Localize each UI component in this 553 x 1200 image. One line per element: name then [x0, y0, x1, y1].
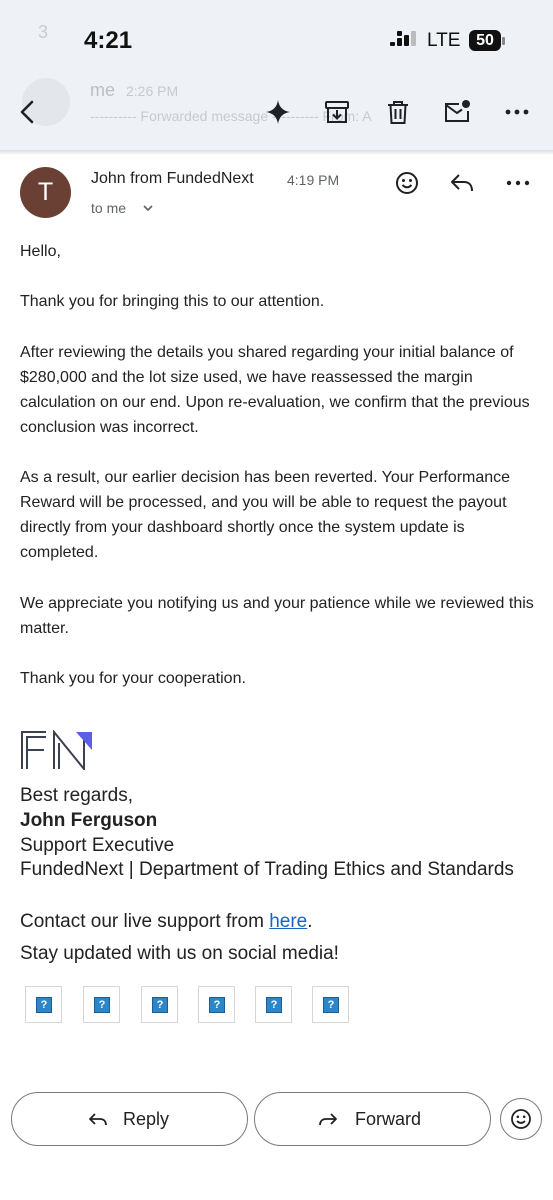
- body-paragraph: Hello,: [20, 243, 61, 260]
- social-image-placeholder[interactable]: ?: [141, 986, 178, 1023]
- top-app-bar: 3 4:21 LTE 50 me 2:26 PM ---------- Forw…: [0, 0, 553, 150]
- archive-icon[interactable]: [323, 98, 351, 126]
- body-paragraph: As a result, our earlier decision has be…: [20, 469, 511, 561]
- forward-button[interactable]: Forward: [254, 1092, 491, 1146]
- network-type: LTE: [427, 30, 461, 51]
- add-reaction-icon[interactable]: [394, 170, 420, 196]
- social-image-placeholder[interactable]: ?: [255, 986, 292, 1023]
- signal-icon: [390, 31, 416, 46]
- chevron-down-icon[interactable]: [142, 203, 154, 213]
- delete-icon[interactable]: [384, 98, 412, 126]
- signature-name: John Ferguson: [20, 810, 158, 831]
- body-paragraph: We appreciate you notifying us and your …: [20, 595, 534, 637]
- forward-arrow-icon: [319, 1113, 337, 1126]
- back-arrow-icon[interactable]: [13, 97, 43, 127]
- social-image-placeholder[interactable]: ?: [198, 986, 235, 1023]
- broken-image-icon: ?: [323, 997, 339, 1013]
- signature-title: Support Executive: [20, 835, 175, 856]
- broken-image-icon: ?: [152, 997, 168, 1013]
- contact-prefix: Contact our live support from: [20, 911, 270, 932]
- contact-suffix: .: [307, 911, 313, 932]
- broken-image-icon: ?: [36, 997, 52, 1013]
- message-time: 4:19 PM: [287, 172, 340, 188]
- signature-closing: Best regards,: [20, 785, 133, 806]
- social-image-placeholder[interactable]: ?: [83, 986, 120, 1023]
- sparkle-icon[interactable]: [264, 98, 292, 126]
- reply-arrow-icon: [89, 1113, 107, 1126]
- emoji-react-button[interactable]: [500, 1098, 542, 1140]
- topbar-divider: [0, 150, 553, 155]
- social-image-placeholder[interactable]: ?: [25, 986, 62, 1023]
- fundednext-logo: [21, 730, 92, 770]
- mark-unread-icon[interactable]: [443, 98, 471, 126]
- social-image-placeholder[interactable]: ?: [312, 986, 349, 1023]
- sender-avatar[interactable]: T: [20, 167, 71, 218]
- background-thread-count: 3: [38, 22, 49, 42]
- broken-image-icon: ?: [209, 997, 225, 1013]
- body-paragraph: After reviewing the details you shared r…: [20, 344, 530, 436]
- reply-button[interactable]: Reply: [11, 1092, 248, 1146]
- support-link[interactable]: here: [269, 911, 307, 932]
- battery-tip: [502, 37, 505, 45]
- reply-icon[interactable]: [449, 170, 475, 196]
- message-more-icon[interactable]: [505, 170, 531, 196]
- social-line: Stay updated with us on social media!: [20, 943, 339, 964]
- body-paragraph: Thank you for bringing this to our atten…: [20, 293, 325, 310]
- background-time: 2:26 PM: [126, 83, 179, 99]
- recipient-label[interactable]: to me: [91, 200, 126, 216]
- battery-icon: 50: [469, 30, 501, 51]
- emoji-icon: [511, 1109, 531, 1129]
- forward-label: Forward: [355, 1109, 422, 1129]
- signature-department: FundedNext | Department of Trading Ethic…: [20, 859, 514, 880]
- more-vert-icon[interactable]: [503, 98, 531, 126]
- body-paragraph: Thank you for your cooperation.: [20, 670, 246, 687]
- status-time: 4:21: [84, 27, 133, 54]
- broken-image-icon: ?: [266, 997, 282, 1013]
- sender-name[interactable]: John from FundedNext: [91, 170, 254, 188]
- background-sender: me: [90, 80, 116, 100]
- broken-image-icon: ?: [94, 997, 110, 1013]
- signature-contact: Contact our live support from here.: [20, 909, 520, 935]
- reply-label: Reply: [123, 1109, 170, 1129]
